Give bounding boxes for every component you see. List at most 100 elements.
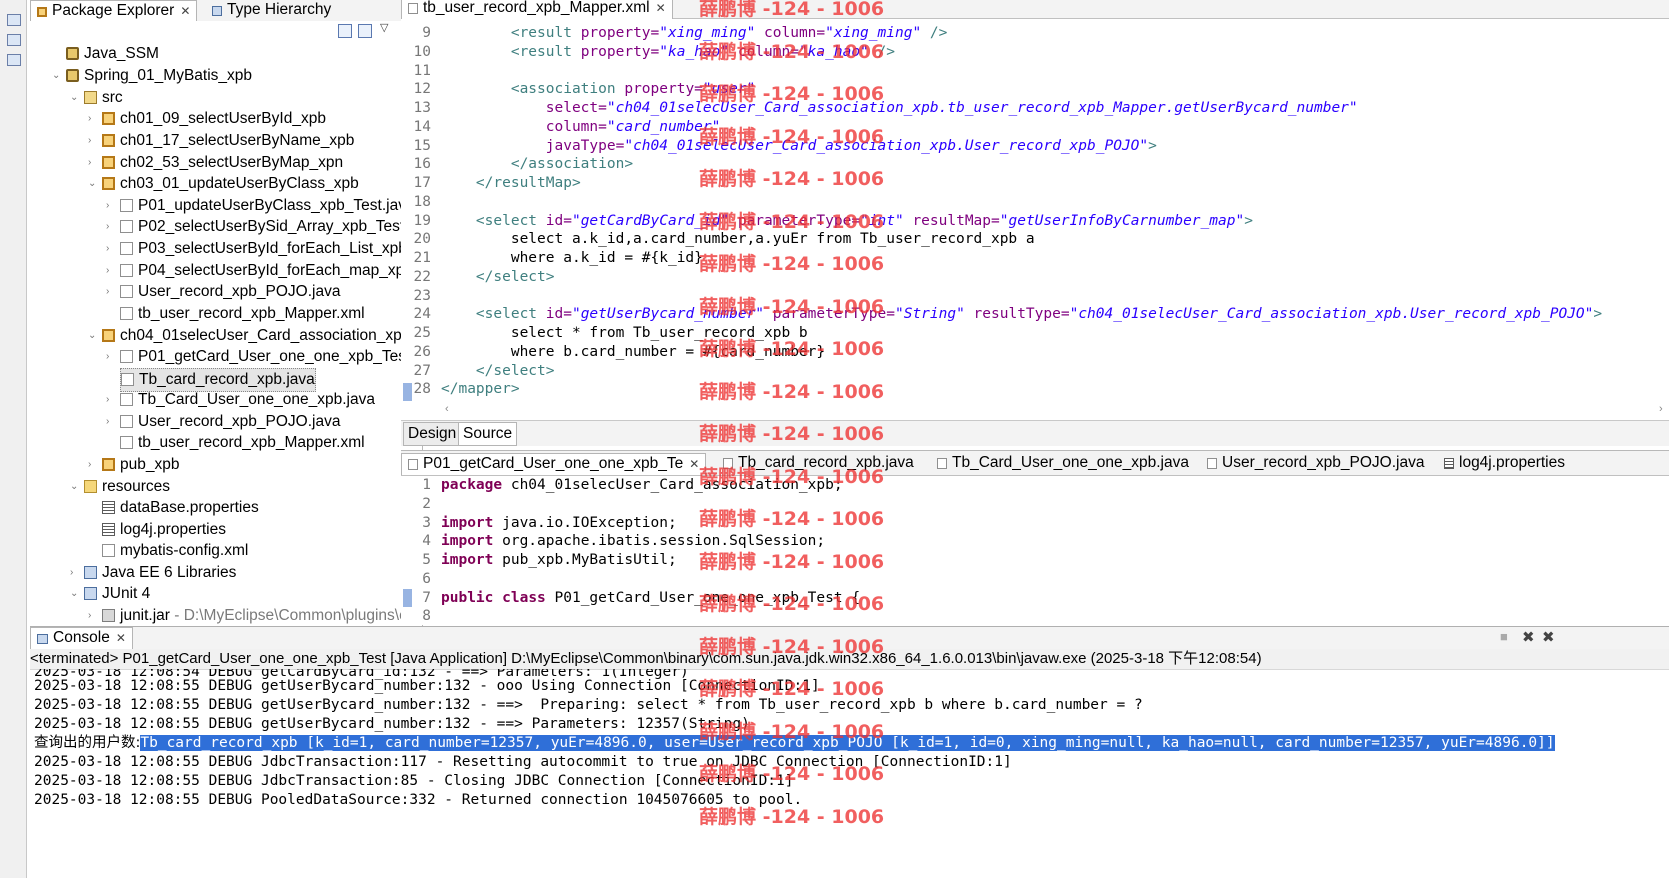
collapsed-chevron-icon[interactable]: › xyxy=(106,216,116,238)
tree-item[interactable]: › User_record_xpb_POJO.java xyxy=(106,281,340,303)
remove-launch-icon[interactable]: ✖ xyxy=(1522,628,1535,646)
tree-item[interactable]: mybatis-config.xml xyxy=(102,540,248,562)
collapsed-chevron-icon[interactable]: › xyxy=(88,152,98,174)
code-line: import pub_xpb.MyBatisUtil; xyxy=(441,552,677,568)
tree-item[interactable]: ⌄ src xyxy=(70,87,123,109)
tree-item-label: Tb_card_record_xpb.java xyxy=(139,371,315,388)
collapsed-chevron-icon[interactable]: › xyxy=(106,195,116,217)
code-line: </mapper> xyxy=(441,381,520,397)
collapsed-chevron-icon[interactable]: › xyxy=(106,346,116,368)
expanded-chevron-icon[interactable]: ⌄ xyxy=(52,65,62,87)
tree-item[interactable]: tb_user_record_xpb_Mapper.xml xyxy=(120,432,365,454)
expanded-chevron-icon[interactable]: ⌄ xyxy=(88,325,98,347)
close-icon[interactable]: ✕ xyxy=(116,631,126,645)
collapsed-chevron-icon[interactable]: › xyxy=(106,281,116,303)
scroll-right-icon[interactable]: › xyxy=(1659,403,1663,415)
tree-item[interactable]: › pub_xpb xyxy=(88,454,179,476)
tree-item[interactable]: › P03_selectUserById_forEach_List_xpb_T xyxy=(106,238,422,260)
tab-console[interactable]: Console ✕ xyxy=(30,627,133,649)
tree-item[interactable]: ⌄ Spring_01_MyBatis_xpb xyxy=(52,65,252,87)
tab-type-hierarchy[interactable]: Type Hierarchy xyxy=(206,0,337,21)
tree-item[interactable]: › P02_selectUserBySid_Array_xpb_Test.ja xyxy=(106,216,421,238)
collapsed-chevron-icon[interactable]: › xyxy=(70,562,80,584)
ruler-marker xyxy=(403,589,412,607)
collapsed-chevron-icon[interactable]: › xyxy=(106,260,116,282)
tab-source[interactable]: Source xyxy=(458,422,518,446)
tree-item[interactable]: › Java EE 6 Libraries xyxy=(70,562,236,584)
tree-item[interactable]: Java_SSM xyxy=(66,43,159,65)
tab-editor-file[interactable]: log4j.properties xyxy=(1438,453,1571,474)
tree-item[interactable]: log4j.properties xyxy=(102,519,226,541)
close-icon[interactable]: ✕ xyxy=(180,4,190,18)
collapsed-chevron-icon[interactable]: › xyxy=(88,130,98,152)
selected-result-text[interactable]: Tb_card_record_xpb [k_id=1, card_number=… xyxy=(140,735,1555,751)
code-line: </select> xyxy=(441,363,555,379)
collapsed-chevron-icon[interactable]: › xyxy=(106,238,116,260)
tab-design[interactable]: Design xyxy=(403,422,462,446)
package-icon xyxy=(102,112,115,125)
collapsed-chevron-icon[interactable]: › xyxy=(106,411,116,433)
tab-editor-file[interactable]: Tb_card_record_xpb.java xyxy=(717,453,920,474)
tree-item-label: tb_user_record_xpb_Mapper.xml xyxy=(138,434,365,451)
line-number: 12 xyxy=(413,81,431,98)
tab-editor-file[interactable]: Tb_Card_User_one_one_xpb.java xyxy=(931,453,1195,474)
tree-item[interactable]: ⌄ ch03_01_updateUserByClass_xpb xyxy=(88,173,359,195)
tree-item[interactable]: ⌄ JUnit 4 xyxy=(70,583,150,605)
tree-item[interactable]: ⌄ resources xyxy=(70,476,170,498)
close-icon[interactable]: ✕ xyxy=(656,1,666,15)
tab-package-explorer[interactable]: Package Explorer ✕ xyxy=(30,0,198,22)
outline-view-icon[interactable] xyxy=(7,34,21,46)
collapsed-chevron-icon[interactable]: › xyxy=(88,108,98,130)
tree-item[interactable]: › User_record_xpb_POJO.java xyxy=(106,411,340,433)
line-number: 22 xyxy=(413,268,431,285)
close-icon[interactable]: ✕ xyxy=(689,457,699,471)
code-token: package xyxy=(441,477,503,493)
tree-item[interactable]: › ch02_53_selectUserByMap_xpn xyxy=(88,152,344,174)
tab-editor-file[interactable]: P01_getCard_User_one_one_xpb_Te ✕ xyxy=(401,453,707,475)
scroll-left-icon[interactable]: ‹ xyxy=(445,403,449,415)
restore-icon[interactable] xyxy=(7,14,21,26)
tree-item[interactable]: dataBase.properties xyxy=(102,497,259,519)
tree-item[interactable]: › junit.jar - D:\MyEclipse\Common\plugins… xyxy=(88,605,407,627)
link-with-editor-icon[interactable] xyxy=(358,24,372,38)
collapsed-chevron-icon[interactable]: › xyxy=(88,605,98,627)
package-icon xyxy=(102,329,115,342)
expanded-chevron-icon[interactable]: ⌄ xyxy=(70,476,80,498)
code-token: P01_getCard_User_one_one_xpb_Test { xyxy=(545,589,861,606)
terminate-icon[interactable]: ■ xyxy=(1500,629,1508,644)
collapsed-chevron-icon[interactable]: › xyxy=(88,454,98,476)
collapse-all-icon[interactable] xyxy=(338,24,352,38)
code-line: where a.k_id = #{k_id} xyxy=(441,250,703,266)
collapsed-chevron-icon[interactable]: › xyxy=(106,389,116,411)
tree-item[interactable]: › ch01_09_selectUserById_xpb xyxy=(88,108,326,130)
expanded-chevron-icon[interactable]: ⌄ xyxy=(70,583,80,605)
code-token: column= xyxy=(755,25,826,41)
project-icon xyxy=(66,47,79,60)
tree-item[interactable]: › Tb_Card_User_one_one_xpb.java xyxy=(106,389,375,411)
tab-mapper-xml[interactable]: tb_user_record_xpb_Mapper.xml ✕ xyxy=(401,0,673,19)
remove-all-terminated-icon[interactable]: ✖ xyxy=(1542,628,1555,646)
line-number: 4 xyxy=(422,533,431,550)
tree-item[interactable]: › P01_updateUserByClass_xpb_Test.java xyxy=(106,195,415,217)
tab-editor-file[interactable]: User_record_xpb_POJO.java xyxy=(1201,453,1430,474)
code-token: parameterType= xyxy=(729,212,861,229)
tree-item[interactable]: › P01_getCard_User_one_one_xpb_Test.j xyxy=(106,346,418,368)
expanded-chevron-icon[interactable]: ⌄ xyxy=(88,173,98,195)
tree-item[interactable]: › P04_selectUserById_forEach_map_xpb_ xyxy=(106,260,421,282)
view-menu-icon[interactable]: ▽ xyxy=(380,21,388,34)
java-file-icon xyxy=(120,350,133,363)
expanded-chevron-icon[interactable]: ⌄ xyxy=(70,87,80,109)
java-file-icon xyxy=(120,393,133,406)
tree-item[interactable]: › ch01_17_selectUserByName_xpb xyxy=(88,130,354,152)
hierarchy-view-icon[interactable] xyxy=(7,54,21,66)
tree-item-label: ch02_53_selectUserByMap_xpn xyxy=(120,154,344,171)
design-source-tab-bar: Design Source xyxy=(401,420,1669,446)
code-token: /> xyxy=(921,25,948,41)
tree-item-label: P02_selectUserBySid_Array_xpb_Test.ja xyxy=(138,218,421,235)
code-line: import java.io.IOException; xyxy=(441,515,677,531)
tree-item[interactable]: tb_user_record_xpb_Mapper.xml xyxy=(120,303,365,325)
code-token: resultType= xyxy=(964,306,1070,323)
tree-item[interactable]: ⌄ ch04_01selecUser_Card_association_xpb xyxy=(88,325,410,347)
tree-item-path-hint: - D:\MyEclipse\Common\plugins\c xyxy=(169,607,407,624)
code-line: select="ch04_01selecUser_Card_associatio… xyxy=(441,100,1358,116)
